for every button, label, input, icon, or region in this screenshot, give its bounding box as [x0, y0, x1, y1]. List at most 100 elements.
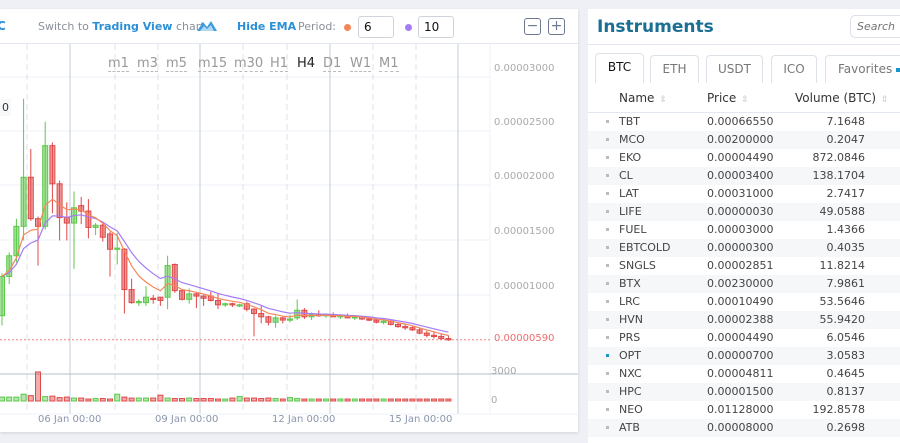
tab-btc[interactable]: BTC	[595, 53, 644, 83]
zoom-in-button[interactable]: +	[548, 18, 565, 35]
timeframe-H1[interactable]: H1	[270, 56, 289, 72]
favorite-bullet-icon[interactable]	[606, 138, 609, 141]
instrument-volume: 7.1648	[826, 115, 866, 128]
favorite-bullet-icon[interactable]	[606, 192, 609, 195]
candle-body	[258, 313, 265, 318]
instrument-row[interactable]: HVN 0.00002388 55.9420	[588, 311, 900, 329]
favorite-bullet-icon[interactable]	[606, 408, 609, 411]
candle-body	[135, 301, 142, 304]
instrument-row[interactable]: LIFE 0.00000030 49.0588	[588, 203, 900, 221]
toolbar-left-fragment[interactable]: C	[0, 19, 6, 33]
timeframe-m5[interactable]: m5	[166, 56, 187, 72]
volume-bar	[56, 397, 63, 402]
volume-tick: 3000	[491, 366, 517, 377]
candle-body	[416, 329, 423, 334]
candle-body	[402, 326, 409, 329]
favorite-bullet-icon[interactable]	[606, 300, 609, 303]
instrument-price: 0.00003400	[707, 169, 774, 182]
favorite-bullet-icon[interactable]	[606, 318, 609, 321]
candle-body	[200, 295, 207, 299]
instrument-row[interactable]: NEO 0.01128000 192.8578	[588, 401, 900, 419]
volume-bar	[157, 394, 164, 402]
instrument-row[interactable]: CL 0.00003400 138.1704	[588, 167, 900, 185]
instrument-row[interactable]: HPC 0.00001500 0.8137	[588, 383, 900, 401]
volume-bar	[35, 371, 41, 402]
sort-icon: ⇳	[881, 95, 889, 105]
instrument-row[interactable]: ATB 0.00008000 0.2698	[588, 419, 900, 437]
instrument-name: LAT	[619, 187, 639, 200]
timeframe-W1[interactable]: W1	[350, 56, 372, 72]
timeframe-m1[interactable]: m1	[108, 56, 129, 72]
favorite-bullet-icon[interactable]	[606, 264, 609, 267]
instrument-row[interactable]: SNGLS 0.00002851 11.8214	[588, 257, 900, 275]
date-label: 12 Jan 00:00	[272, 414, 336, 425]
favorite-bullet-icon[interactable]	[606, 174, 609, 177]
ema-fast-period-input[interactable]	[358, 16, 394, 38]
zoom-out-button[interactable]: −	[524, 18, 541, 35]
volume-bar	[344, 398, 351, 402]
candle-body	[380, 320, 387, 323]
instrument-row[interactable]: NXC 0.00004811 0.4645	[588, 365, 900, 383]
instrument-row[interactable]: FUEL 0.00003000 1.4366	[588, 221, 900, 239]
timeframe-M1[interactable]: M1	[379, 56, 399, 72]
favorite-bullet-icon[interactable]	[606, 336, 609, 339]
instrument-name: NXC	[619, 367, 642, 380]
candle-body	[157, 296, 164, 301]
favorite-bullet-icon[interactable]	[606, 282, 609, 285]
candle-body	[63, 217, 70, 224]
ema-slow-period-input[interactable]	[418, 16, 454, 38]
column-header-name[interactable]: Name ⇳	[619, 91, 667, 105]
volume-bar	[13, 396, 20, 402]
favorite-bullet-icon[interactable]	[606, 156, 609, 159]
timeframe-m15[interactable]: m15	[198, 56, 228, 72]
volume-bar	[243, 397, 250, 402]
candle-body	[215, 299, 221, 306]
switch-chart-link[interactable]: Switch to Trading View chart	[38, 20, 205, 33]
timeframe-H4[interactable]: H4	[297, 56, 315, 71]
volume-bar	[193, 398, 200, 402]
instrument-row[interactable]: EKO 0.00004490 872.0846	[588, 149, 900, 167]
instrument-row[interactable]: LRC 0.00010490 53.5646	[588, 293, 900, 311]
favorite-bullet-icon[interactable]	[606, 210, 609, 213]
column-header-volume[interactable]: Volume (BTC) ⇳	[795, 91, 889, 105]
volume-bar	[179, 398, 185, 402]
instrument-row[interactable]: BTX 0.00230000 7.9861	[588, 275, 900, 293]
instrument-row[interactable]: EBTCOLD 0.00000300 0.4035	[588, 239, 900, 257]
instrument-row[interactable]: OPT 0.00000700 3.0583	[588, 347, 900, 365]
instrument-row[interactable]: PRS 0.00004490 6.0546	[588, 329, 900, 347]
favorite-bullet-icon[interactable]	[606, 120, 609, 123]
favorite-bullet-icon[interactable]	[606, 390, 609, 393]
instrument-row[interactable]: LAT 0.00031000 2.7417	[588, 185, 900, 203]
favorite-bullet-icon[interactable]	[606, 354, 609, 357]
tab-usdt[interactable]: USDT	[706, 55, 763, 83]
volume-bar	[85, 398, 92, 402]
timeframe-D1[interactable]: D1	[323, 56, 342, 72]
instrument-row[interactable]: MCO 0.00200000 0.2047	[588, 131, 900, 149]
favorite-bullet-icon[interactable]	[606, 246, 609, 249]
instrument-row[interactable]: TBT 0.00066550 7.1648	[588, 113, 900, 131]
volume-bar	[315, 398, 322, 402]
volume-bar	[71, 397, 77, 402]
sort-icon: ⇳	[741, 95, 749, 105]
volume-bar	[301, 398, 308, 402]
tradingview-icon[interactable]	[196, 19, 218, 33]
instrument-volume: 49.0588	[819, 205, 866, 218]
tab-favorites[interactable]: Favorites	[825, 55, 900, 83]
instrument-price: 0.00002388	[707, 313, 774, 326]
candle-body	[49, 145, 56, 185]
tab-eth[interactable]: ETH	[650, 55, 699, 83]
hide-ema-button[interactable]: Hide EMA	[237, 20, 296, 33]
tab-ico[interactable]: ICO	[771, 55, 817, 83]
instrument-price: 0.00010490	[707, 295, 774, 308]
timeframe-m30[interactable]: m30	[234, 56, 264, 72]
column-header-price[interactable]: Price ⇳	[707, 91, 749, 105]
candle-body	[265, 316, 272, 323]
search-input[interactable]	[850, 15, 900, 38]
instrument-price: 0.00000030	[707, 205, 774, 218]
favorite-bullet-icon[interactable]	[606, 228, 609, 231]
trading-view-link[interactable]: Trading View	[92, 20, 172, 33]
timeframe-m3[interactable]: m3	[137, 56, 158, 72]
instrument-price: 0.00230000	[707, 277, 774, 290]
favorite-bullet-icon[interactable]	[606, 426, 609, 429]
favorite-bullet-icon[interactable]	[606, 372, 609, 375]
